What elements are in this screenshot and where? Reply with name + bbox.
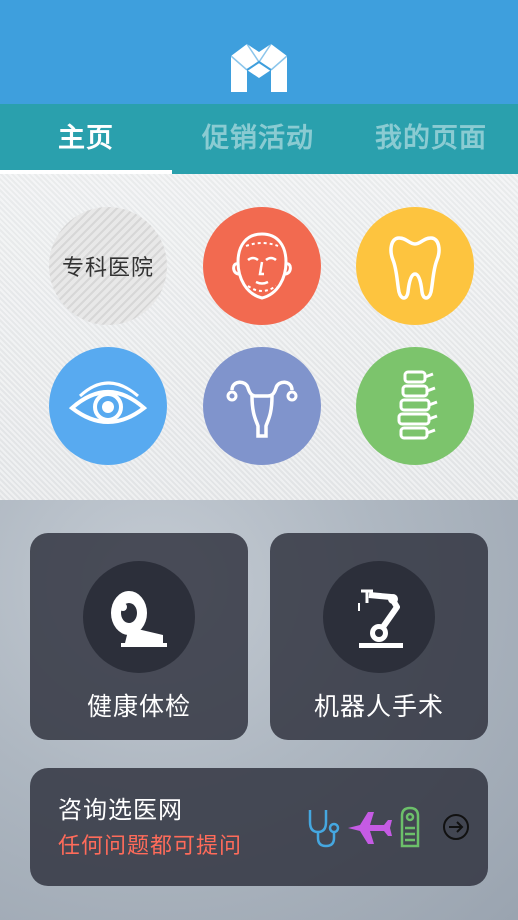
consult-card[interactable]: 咨询选医网 任何问题都可提问	[30, 768, 488, 886]
stethoscope-icon	[308, 810, 340, 848]
tab-promotions[interactable]: 促销活动	[172, 104, 344, 174]
robot-icon-circle	[323, 561, 435, 673]
uterus-icon	[226, 380, 298, 438]
mri-scanner-icon	[111, 591, 167, 647]
health-checkup-label: 健康体检	[86, 692, 191, 721]
gynecology-button[interactable]	[203, 347, 321, 465]
robot-arm-icon	[358, 589, 403, 648]
eye-button[interactable]	[49, 347, 167, 465]
dental-button[interactable]	[356, 207, 474, 325]
department-grid: 专科医院	[0, 174, 518, 500]
tab-bar: 主页 促销活动 我的页面	[0, 104, 518, 174]
eye-icon	[68, 381, 148, 424]
arrow-right-circle-icon[interactable]	[443, 814, 469, 840]
spine-button[interactable]	[356, 347, 474, 465]
consult-title: 咨询选医网	[58, 796, 183, 824]
specialty-hospital-button[interactable]: 专科医院	[49, 207, 167, 325]
door-hanger-icon	[400, 806, 420, 848]
robot-surgery-label: 机器人手术	[313, 692, 444, 721]
health-checkup-card[interactable]: 健康体检	[30, 533, 248, 740]
face-surgery-button[interactable]	[203, 207, 321, 325]
app-logo-icon	[230, 43, 288, 92]
consult-subtitle: 任何问题都可提问	[58, 834, 243, 859]
app-header	[0, 0, 518, 104]
robot-surgery-card[interactable]: 机器人手术	[270, 533, 488, 740]
tab-home[interactable]: 主页	[0, 104, 172, 174]
specialty-hospital-label: 专科医院	[61, 256, 154, 281]
spine-icon	[397, 370, 438, 440]
face-icon	[232, 232, 292, 300]
consult-icons	[308, 806, 469, 848]
tooth-icon	[389, 236, 441, 300]
tab-my-page[interactable]: 我的页面	[344, 104, 518, 174]
airplane-icon	[348, 812, 392, 844]
checkup-icon-circle	[83, 561, 195, 673]
